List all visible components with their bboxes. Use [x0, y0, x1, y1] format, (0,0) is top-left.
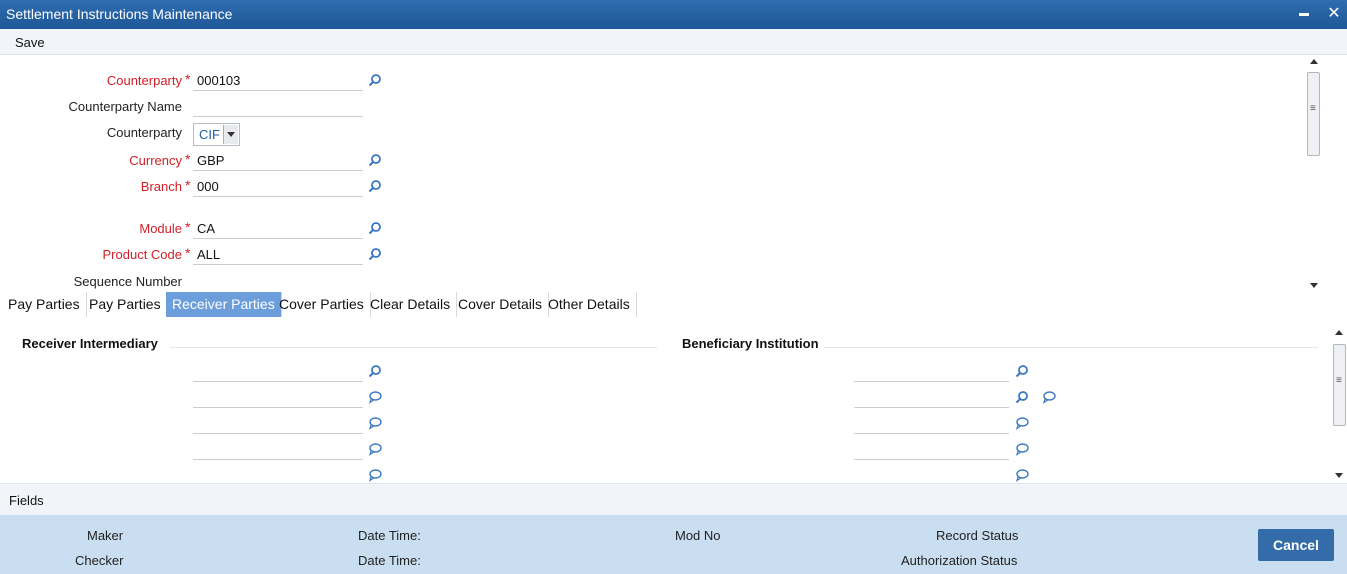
section-divider	[824, 347, 1318, 348]
counterparty-type-select[interactable]: CIF	[193, 123, 240, 146]
required-marker: *	[185, 245, 191, 261]
beneficiary-institution-field-4[interactable]	[854, 440, 1009, 460]
counterparty-label: Counterparty	[106, 73, 182, 88]
currency-label: Currency	[129, 153, 182, 168]
tab-clear-details[interactable]: Clear Details	[364, 292, 458, 317]
chevron-down-icon[interactable]	[223, 125, 238, 144]
fields-bar: Fields	[0, 483, 1347, 515]
required-marker: *	[185, 151, 191, 167]
receiver-parties-panel: Receiver Intermediary Beneficiary Instit…	[0, 317, 1347, 483]
receiver-intermediary-title: Receiver Intermediary	[22, 336, 158, 351]
scroll-down-icon[interactable]	[1335, 473, 1343, 478]
module-input[interactable]: CA	[193, 219, 363, 239]
panel-scrollbar[interactable]	[1331, 326, 1347, 480]
header-scrollbar[interactable]	[1306, 55, 1321, 292]
speech-bubble-icon[interactable]	[368, 442, 384, 458]
branch-input[interactable]: 000	[193, 177, 363, 197]
checker-label: Checker	[75, 553, 124, 568]
receiver-intermediary-field-4[interactable]	[193, 440, 363, 460]
speech-bubble-icon[interactable]	[1015, 416, 1031, 432]
window-title: Settlement Instructions Maintenance	[6, 6, 233, 22]
counterparty-name-label: Counterparty Name	[68, 99, 182, 114]
search-icon[interactable]	[368, 73, 384, 89]
cancel-button[interactable]: Cancel	[1258, 529, 1334, 561]
maker-date-time-label: Date Time:	[358, 528, 421, 543]
mod-no-label: Mod No	[675, 528, 721, 543]
tab-cover-details[interactable]: Cover Details	[452, 292, 550, 317]
speech-bubble-icon[interactable]	[368, 468, 384, 484]
tab-receiver-parties[interactable]: Receiver Parties	[166, 292, 282, 317]
speech-bubble-icon[interactable]	[368, 416, 384, 432]
tab-bar: Pay Parties Pay Parties Receiver Parties…	[0, 292, 1347, 317]
beneficiary-institution-title: Beneficiary Institution	[682, 336, 819, 351]
fields-button[interactable]: Fields	[9, 493, 44, 508]
receiver-intermediary-field-2[interactable]	[193, 388, 363, 408]
search-icon[interactable]	[1015, 364, 1031, 380]
maker-label: Maker	[87, 528, 124, 543]
scroll-thumb[interactable]	[1307, 72, 1320, 156]
receiver-intermediary-field-1[interactable]	[193, 362, 363, 382]
record-status-label: Record Status	[936, 528, 1019, 543]
scroll-up-icon[interactable]	[1335, 330, 1343, 335]
header-form: Counterparty * 000103 Counterparty Name …	[2, 55, 1308, 293]
required-marker: *	[185, 219, 191, 235]
checker-date-time-label: Date Time:	[358, 553, 421, 568]
speech-bubble-icon[interactable]	[1042, 390, 1058, 406]
tab-pay-parties-2[interactable]: Pay Parties	[83, 292, 168, 317]
scroll-up-icon[interactable]	[1310, 59, 1318, 64]
currency-input[interactable]: GBP	[193, 151, 363, 171]
counterparty-name-input[interactable]	[193, 97, 363, 117]
required-marker: *	[185, 71, 191, 87]
audit-footer: Maker Checker Date Time: Date Time: Mod …	[0, 515, 1347, 574]
beneficiary-institution-field-1[interactable]	[854, 362, 1009, 382]
scroll-down-icon[interactable]	[1310, 283, 1318, 288]
search-icon[interactable]	[368, 247, 384, 263]
sequence-number-label: Sequence Number	[73, 274, 182, 289]
speech-bubble-icon[interactable]	[368, 390, 384, 406]
search-icon[interactable]	[368, 179, 384, 195]
product-code-input[interactable]: ALL	[193, 245, 363, 265]
tab-other-details[interactable]: Other Details	[542, 292, 637, 317]
search-icon[interactable]	[368, 221, 384, 237]
section-divider	[170, 347, 657, 348]
search-icon[interactable]	[368, 364, 384, 380]
scroll-thumb[interactable]	[1333, 344, 1346, 426]
window-title-bar: Settlement Instructions Maintenance ✕	[0, 0, 1347, 29]
speech-bubble-icon[interactable]	[1015, 468, 1031, 484]
search-icon[interactable]	[368, 153, 384, 169]
minimize-icon[interactable]	[1294, 3, 1314, 25]
beneficiary-institution-field-2[interactable]	[854, 388, 1009, 408]
counterparty-type-label: Counterparty	[106, 125, 182, 140]
receiver-intermediary-field-3[interactable]	[193, 414, 363, 434]
tab-pay-parties[interactable]: Pay Parties	[2, 292, 87, 317]
toolbar: Save	[0, 29, 1347, 55]
counterparty-type-value: CIF	[199, 127, 220, 142]
tab-cover-parties[interactable]: Cover Parties	[273, 292, 371, 317]
authorization-status-label: Authorization Status	[901, 553, 1018, 568]
close-icon[interactable]: ✕	[1324, 3, 1344, 25]
required-marker: *	[185, 177, 191, 193]
counterparty-input[interactable]: 000103	[193, 71, 363, 91]
search-icon[interactable]	[1015, 390, 1031, 406]
speech-bubble-icon[interactable]	[1015, 442, 1031, 458]
branch-label: Branch	[140, 179, 182, 194]
module-label: Module	[139, 221, 182, 236]
product-code-label: Product Code	[102, 247, 183, 262]
save-button[interactable]: Save	[15, 35, 45, 50]
beneficiary-institution-field-3[interactable]	[854, 414, 1009, 434]
